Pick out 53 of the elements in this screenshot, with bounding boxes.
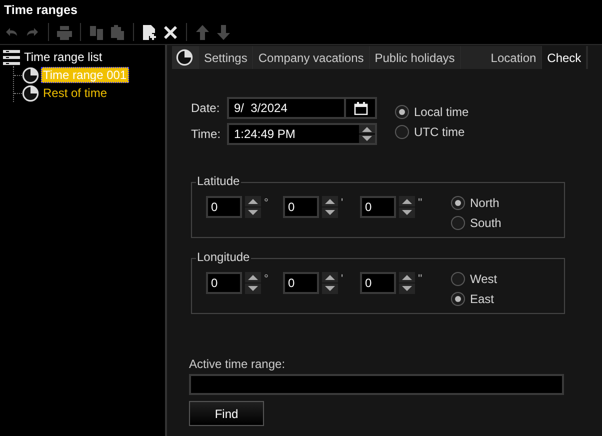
time-label: Time:: [191, 127, 222, 141]
tab[interactable]: Check: [542, 46, 586, 69]
spin-buttons-icon[interactable]: [399, 272, 415, 294]
number-field[interactable]: 0: [283, 196, 319, 218]
radio-label: East: [470, 292, 494, 306]
radio-button[interactable]: [451, 272, 465, 286]
tab[interactable]: Public holidays: [370, 46, 460, 69]
field-label: Active time range:: [189, 357, 286, 371]
radio-label: UTC time: [414, 125, 465, 139]
unit-label: °: [264, 197, 270, 209]
tree-item[interactable]: Rest of time: [41, 85, 110, 101]
group-title: Latitude: [196, 174, 241, 188]
calendar-icon[interactable]: [346, 97, 377, 119]
date-label: Date:: [191, 101, 221, 115]
group-title: Longitude: [196, 250, 251, 264]
radio-button[interactable]: [451, 196, 465, 210]
spin-buttons-icon[interactable]: [322, 272, 338, 294]
radio-label: Local time: [414, 105, 469, 119]
date-field[interactable]: 9/ 3/2024: [227, 97, 346, 119]
clock-pie-icon: [176, 49, 193, 66]
radio-button[interactable]: [451, 216, 465, 230]
number-field[interactable]: 0: [206, 196, 242, 218]
tab[interactable]: Location: [460, 46, 542, 69]
spin-buttons-icon[interactable]: [245, 196, 261, 218]
unit-label: °: [264, 273, 270, 285]
clock-pie-icon: [22, 66, 39, 84]
radio-label: South: [470, 216, 502, 230]
radio-button[interactable]: [451, 292, 465, 306]
number-field[interactable]: 0: [360, 196, 396, 218]
number-field[interactable]: 0: [360, 272, 396, 294]
radio-label: North: [470, 196, 500, 210]
radio-button[interactable]: [395, 125, 409, 139]
tree-node[interactable]: Time range list: [24, 50, 102, 64]
spin-buttons-icon[interactable]: [322, 196, 338, 218]
window-title: Time ranges: [4, 3, 78, 17]
number-field[interactable]: 0: [283, 272, 319, 294]
unit-label: ': [341, 197, 344, 209]
spin-buttons-icon[interactable]: [399, 196, 415, 218]
radio-label: West: [470, 272, 498, 286]
tab[interactable]: Company vacations: [253, 46, 369, 69]
number-field[interactable]: 0: [206, 272, 242, 294]
clock-pie-icon: [22, 84, 39, 102]
spin-buttons-icon[interactable]: [245, 272, 261, 294]
new-document-icon[interactable]: [141, 24, 158, 40]
unit-label: '': [418, 273, 424, 285]
radio-button[interactable]: [395, 105, 409, 119]
list-icon: [3, 50, 20, 64]
tab[interactable]: Settings: [199, 46, 252, 69]
unit-label: ': [341, 273, 344, 285]
close-icon[interactable]: [162, 24, 179, 40]
active-time-range-field[interactable]: [189, 374, 564, 395]
find-button[interactable]: Find: [189, 401, 264, 426]
unit-label: '': [418, 197, 424, 209]
